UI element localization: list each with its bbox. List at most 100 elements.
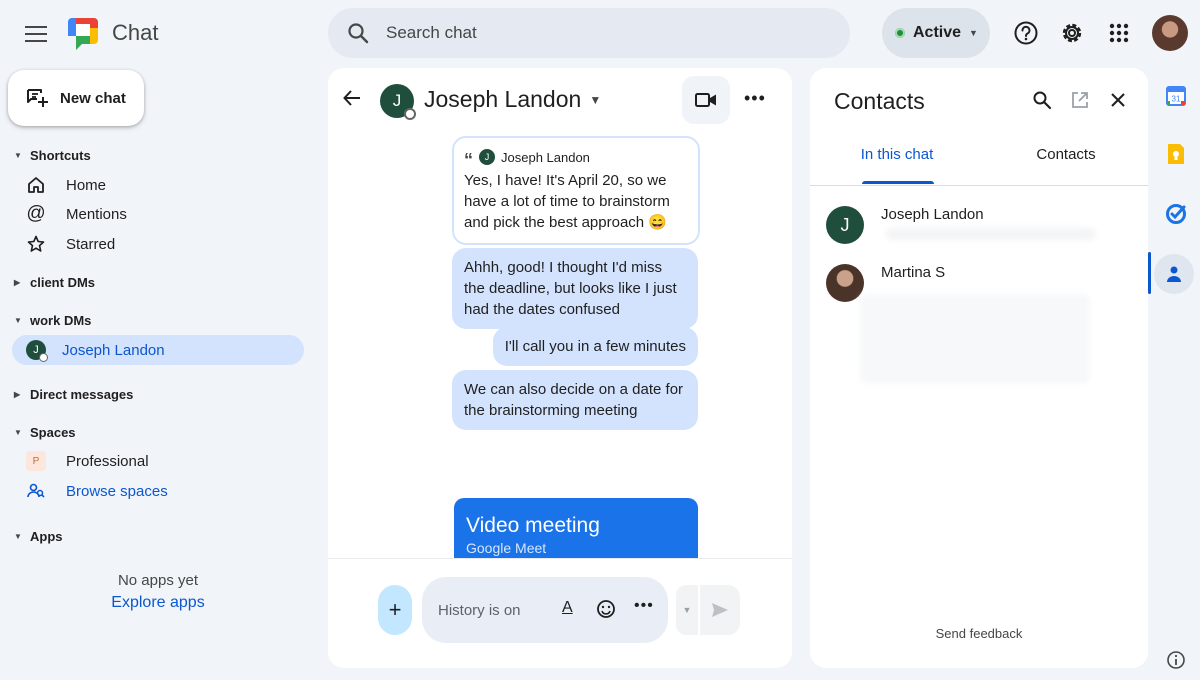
contacts-title: Contacts: [834, 88, 925, 114]
section-shortcuts[interactable]: ▼ Shortcuts: [14, 148, 91, 163]
more-options-icon[interactable]: •••: [744, 88, 766, 109]
sidebar-item-label: Starred: [66, 235, 116, 253]
section-label: Direct messages: [30, 387, 134, 402]
avatar: J: [380, 84, 416, 120]
message-bubble[interactable]: I'll call you in a few minutes: [492, 327, 698, 366]
active-indicator: [1148, 252, 1151, 294]
sidebar-item-starred[interactable]: Starred: [14, 229, 304, 259]
send-icon: [711, 602, 729, 618]
apps-grid-icon[interactable]: [1103, 17, 1135, 49]
contact-item[interactable]: J Joseph Landon: [826, 206, 1136, 250]
video-camera-icon: [695, 92, 717, 108]
search-icon[interactable]: [346, 21, 370, 45]
send-feedback-link[interactable]: Send feedback: [810, 626, 1148, 641]
caret-down-icon: ▼: [14, 428, 22, 437]
browse-spaces-link[interactable]: Browse spaces: [14, 476, 304, 506]
new-chat-label: New chat: [60, 89, 126, 107]
message-input-box[interactable]: A •••: [422, 577, 668, 643]
avatar-initial: J: [33, 344, 39, 356]
avatar-initial: J: [392, 91, 402, 110]
calendar-icon[interactable]: 31: [1152, 76, 1200, 116]
quoted-author-name: Joseph Landon: [501, 149, 590, 165]
section-direct-messages[interactable]: ▶ Direct messages: [14, 387, 133, 402]
tab-contacts[interactable]: Contacts: [1016, 146, 1116, 186]
section-client-dms[interactable]: ▶ client DMs: [14, 275, 95, 290]
message-bubble[interactable]: Ahhh, good! I thought I'd miss the deadl…: [452, 248, 698, 329]
avatar-initial: J: [484, 152, 490, 162]
more-options-icon[interactable]: •••: [634, 597, 654, 615]
section-work-dms[interactable]: ▼ work DMs: [14, 313, 91, 328]
message-bubble[interactable]: We can also decide on a date for the bra…: [452, 370, 698, 430]
status-dropdown[interactable]: Active ▼: [882, 8, 990, 58]
section-apps[interactable]: ▼ Apps: [14, 529, 63, 544]
explore-apps-link[interactable]: Explore apps: [60, 594, 256, 612]
back-arrow-icon[interactable]: [342, 88, 362, 108]
tab-in-this-chat[interactable]: In this chat: [844, 146, 950, 186]
send-button[interactable]: [700, 585, 740, 635]
video-meeting-card[interactable]: Video meeting Google Meet: [454, 498, 698, 558]
search-icon[interactable]: [1032, 90, 1052, 110]
no-apps-text: No apps yet: [117, 572, 199, 589]
app-title: Chat: [112, 20, 159, 45]
open-in-new-icon[interactable]: [1070, 90, 1090, 110]
chevron-down-icon: ▼: [969, 28, 978, 38]
message-text: I'll call you in a few minutes: [504, 338, 686, 355]
section-label: Spaces: [30, 425, 76, 440]
quote-icon: “: [464, 150, 473, 170]
quoted-text: Yes, I have! It's April 20, so we have a…: [464, 172, 670, 231]
tab-label: In this chat: [860, 146, 934, 163]
caret-down-icon: ▼: [14, 316, 22, 325]
conversation-panel: J Joseph Landon ▼ ••• “ J Joseph Landon …: [328, 68, 792, 668]
message-input[interactable]: [438, 577, 548, 643]
conversation-title[interactable]: Joseph Landon ▼: [424, 86, 601, 113]
sidebar-item-home[interactable]: Home: [14, 170, 304, 200]
section-label: Apps: [30, 529, 63, 544]
sidebar-item-label: Home: [66, 176, 107, 194]
message-composer: + A ••• ▼: [328, 558, 792, 668]
send-options-button[interactable]: ▼: [676, 585, 698, 635]
message-list: “ J Joseph Landon Yes, I have! It's Apri…: [328, 134, 792, 558]
search-input[interactable]: [386, 8, 826, 58]
gear-icon[interactable]: [1056, 17, 1088, 49]
video-call-button[interactable]: [682, 76, 730, 124]
message-text: Ahhh, good! I thought I'd miss the deadl…: [464, 259, 677, 318]
text-format-icon[interactable]: A: [562, 599, 573, 617]
help-icon[interactable]: [1010, 17, 1042, 49]
contacts-panel: Contacts In this chat Contacts J Joseph …: [810, 68, 1148, 668]
avatar: [826, 264, 864, 302]
section-label: work DMs: [30, 313, 92, 328]
avatar: J: [826, 206, 864, 244]
tasks-icon[interactable]: [1152, 194, 1200, 234]
active-tab-indicator: [862, 181, 934, 184]
contact-name: Joseph Landon: [881, 206, 984, 223]
star-icon: [26, 234, 46, 254]
sidebar-item-mentions[interactable]: @ Mentions: [14, 199, 304, 229]
new-chat-icon: [26, 88, 48, 108]
info-icon[interactable]: [1152, 640, 1200, 680]
redacted-detail: [860, 294, 1090, 384]
space-badge: P: [26, 451, 46, 471]
sidebar-item-joseph-landon[interactable]: J Joseph Landon: [12, 335, 304, 365]
close-icon[interactable]: [1108, 90, 1128, 110]
account-avatar[interactable]: [1152, 15, 1188, 51]
tab-label: Contacts: [1036, 146, 1096, 163]
avatar-initial: J: [840, 214, 850, 235]
sidebar-item-professional[interactable]: P Professional: [14, 446, 304, 476]
sidebar-item-label: Joseph Landon: [62, 341, 165, 359]
section-spaces[interactable]: ▼ Spaces: [14, 425, 76, 440]
keep-icon[interactable]: [1152, 134, 1200, 174]
avatar: J: [479, 149, 495, 165]
hamburger-menu-icon[interactable]: [16, 14, 56, 54]
quoted-author: “ J Joseph Landon: [464, 148, 688, 170]
plus-icon: +: [388, 597, 402, 622]
search-bar[interactable]: [328, 8, 850, 58]
at-icon: @: [26, 203, 46, 224]
new-chat-button[interactable]: New chat: [8, 70, 144, 126]
message-text: We can also decide on a date for the bra…: [464, 381, 684, 419]
quoted-message[interactable]: “ J Joseph Landon Yes, I have! It's Apri…: [452, 136, 700, 245]
emoji-icon[interactable]: [596, 599, 616, 619]
chat-logo-icon: [68, 16, 104, 50]
contacts-icon[interactable]: [1154, 254, 1194, 294]
calendar-day: 31: [1172, 95, 1181, 104]
add-attachment-button[interactable]: +: [378, 585, 412, 635]
